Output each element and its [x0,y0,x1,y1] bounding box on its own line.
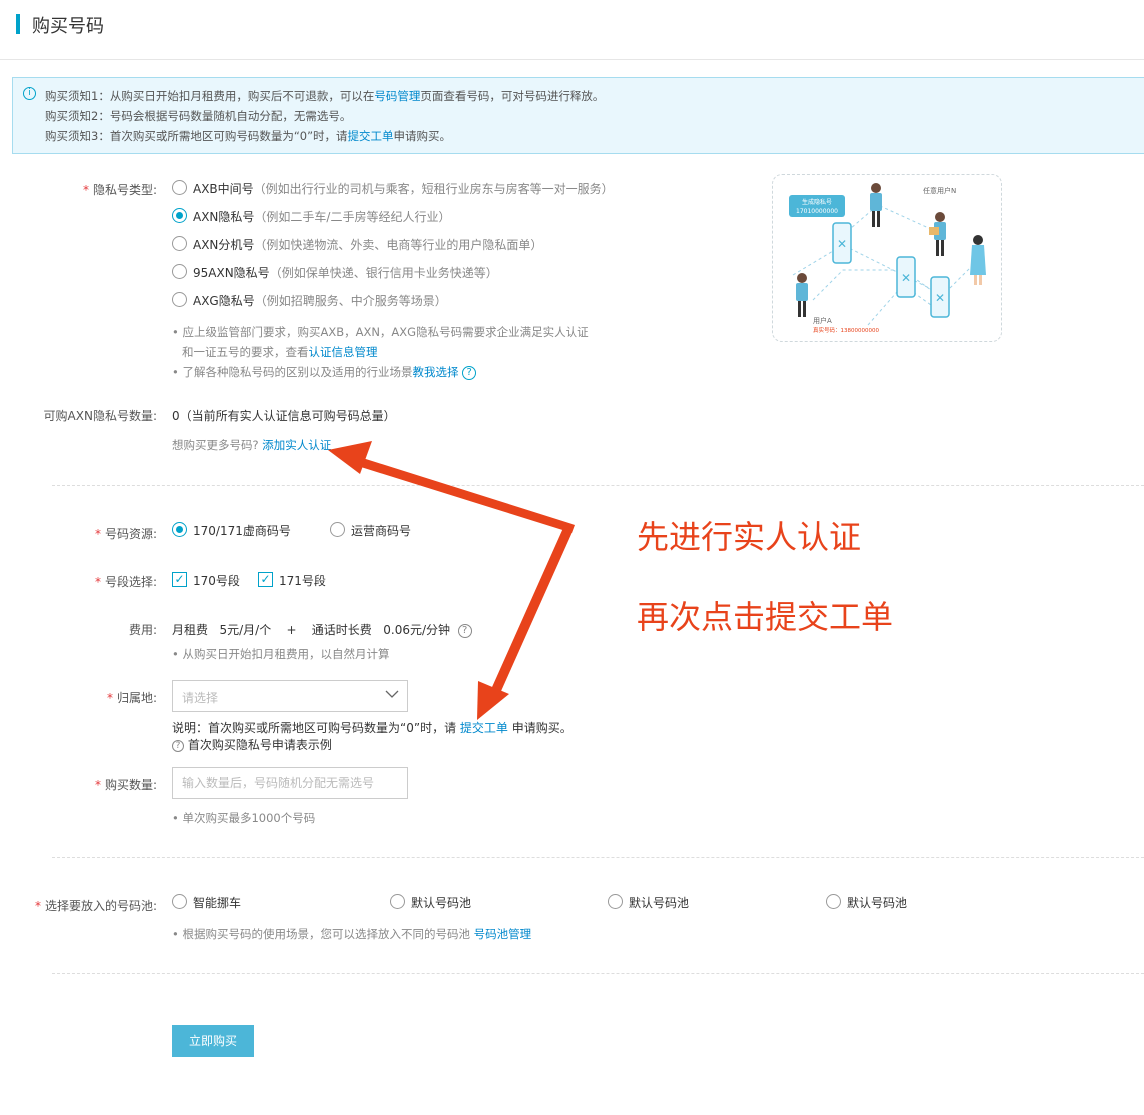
arrow-head-1 [328,441,372,474]
annotation-text-2: 再次点击提交工单 [637,598,894,636]
arrow-shaft-2 [488,528,572,700]
annotation-text-1: 先进行实人认证 [637,518,862,556]
annotation-arrows [328,441,575,720]
arrow-shaft-1 [345,454,575,533]
